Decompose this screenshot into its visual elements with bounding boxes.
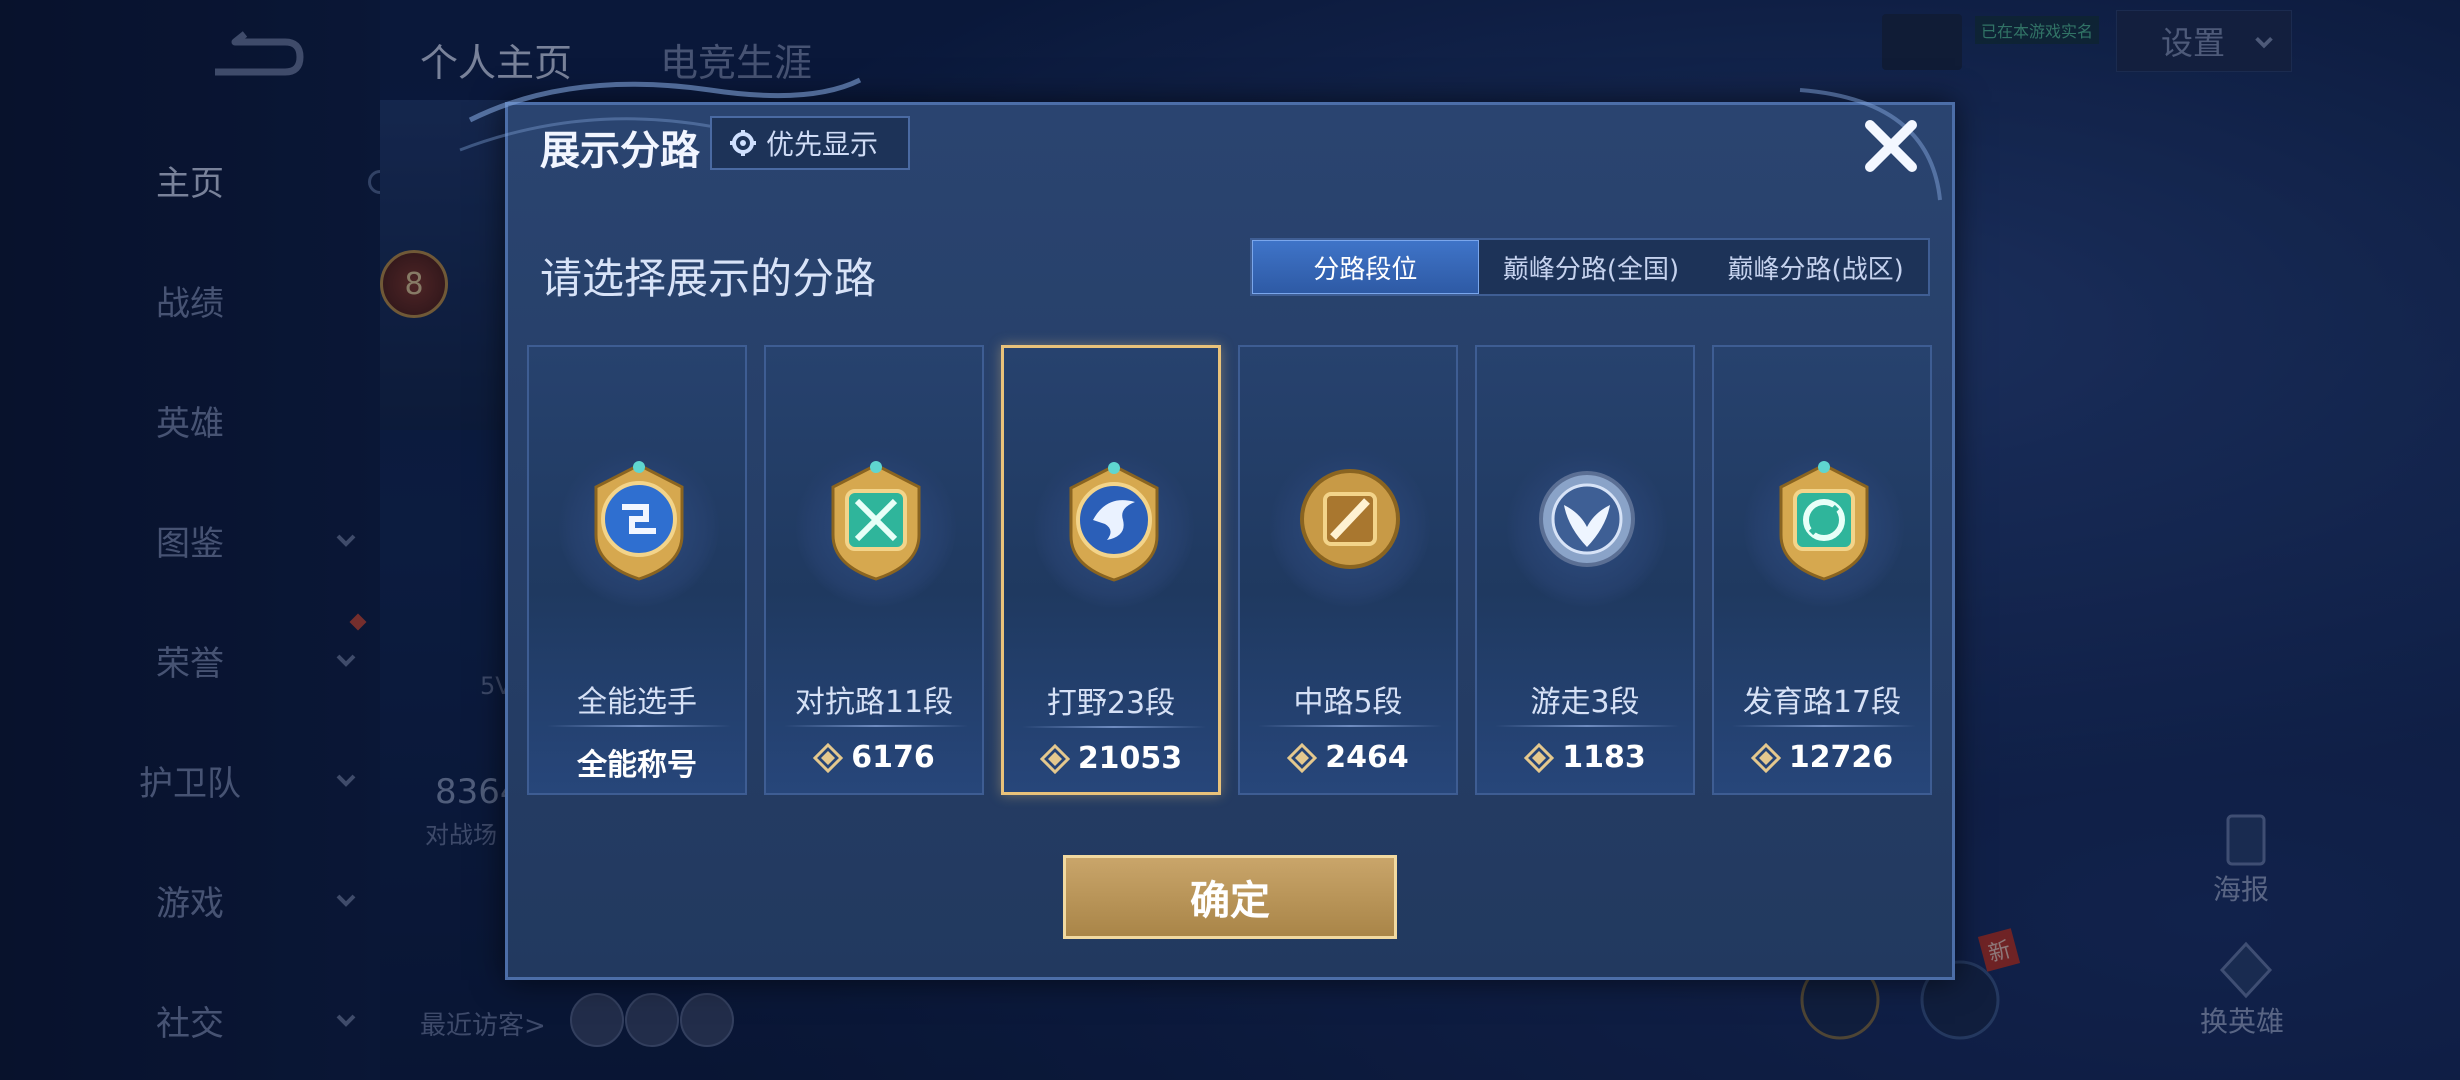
close-icon[interactable] xyxy=(1860,115,1922,177)
priority-display-button[interactable]: 优先显示 xyxy=(710,116,910,170)
card-divider xyxy=(1732,725,1916,727)
lane-card-list: 全能选手 全能称号 对抗路11段 6176 打野23段 21053 中路5段 2… xyxy=(527,345,1934,795)
tab-lane-rank[interactable]: 分路段位 xyxy=(1252,240,1479,294)
card-name: 游走3段 xyxy=(1530,685,1640,720)
card-name: 对抗路11段 xyxy=(794,685,954,720)
lane-card-allround[interactable]: 全能选手 全能称号 xyxy=(527,345,747,795)
card-value: 6176 xyxy=(766,740,982,775)
allround-emblem-icon xyxy=(594,461,684,581)
card-divider xyxy=(1258,725,1442,727)
lane-card-mid[interactable]: 中路5段 2464 xyxy=(1238,345,1458,795)
lane-tabs: 分路段位 巅峰分路(全国) 巅峰分路(战区) xyxy=(1250,238,1930,296)
farm-lane-emblem-icon xyxy=(1779,461,1869,581)
confirm-button[interactable]: 确定 xyxy=(1063,855,1397,939)
roam-emblem-icon xyxy=(1539,471,1635,567)
lane-card-clash[interactable]: 对抗路11段 6176 xyxy=(764,345,984,795)
card-value: 21053 xyxy=(1004,741,1218,776)
jungle-emblem-icon xyxy=(1069,462,1159,582)
points-icon xyxy=(1524,742,1555,773)
card-value-text: 1183 xyxy=(1562,740,1646,775)
lane-card-farm[interactable]: 发育路17段 12726 xyxy=(1712,345,1932,795)
card-value-text: 6176 xyxy=(851,740,935,775)
card-value: 12726 xyxy=(1714,740,1930,775)
clash-lane-emblem-icon xyxy=(831,461,921,581)
lane-card-roam[interactable]: 游走3段 1183 xyxy=(1475,345,1695,795)
card-divider xyxy=(547,725,731,727)
dialog-title: 展示分路 xyxy=(540,128,700,174)
card-value: 全能称号 xyxy=(529,740,745,784)
card-divider xyxy=(1022,726,1206,728)
card-divider xyxy=(1495,725,1679,727)
card-value: 2464 xyxy=(1240,740,1456,775)
dialog-subtitle: 请选择展示的分路 xyxy=(540,254,877,303)
tab-peak-national[interactable]: 巅峰分路(全国) xyxy=(1479,240,1704,294)
card-value: 1183 xyxy=(1477,740,1693,775)
card-value-text: 21053 xyxy=(1077,741,1183,776)
points-icon xyxy=(1039,743,1070,774)
points-icon xyxy=(1750,742,1781,773)
mid-lane-emblem-icon xyxy=(1300,469,1400,569)
card-name: 发育路17段 xyxy=(1742,685,1902,720)
points-icon xyxy=(813,742,844,773)
card-value-text: 全能称号 xyxy=(577,748,697,783)
gear-icon xyxy=(730,130,756,156)
card-value-text: 12726 xyxy=(1788,740,1894,775)
points-icon xyxy=(1287,742,1318,773)
lane-card-jungle[interactable]: 打野23段 21053 xyxy=(1001,345,1221,795)
priority-label: 优先显示 xyxy=(766,128,879,161)
card-name: 中路5段 xyxy=(1293,685,1403,720)
card-name: 打野23段 xyxy=(1046,686,1176,721)
card-value-text: 2464 xyxy=(1325,740,1409,775)
card-name: 全能选手 xyxy=(577,685,697,720)
tab-peak-region[interactable]: 巅峰分路(战区) xyxy=(1703,240,1928,294)
card-divider xyxy=(784,725,968,727)
